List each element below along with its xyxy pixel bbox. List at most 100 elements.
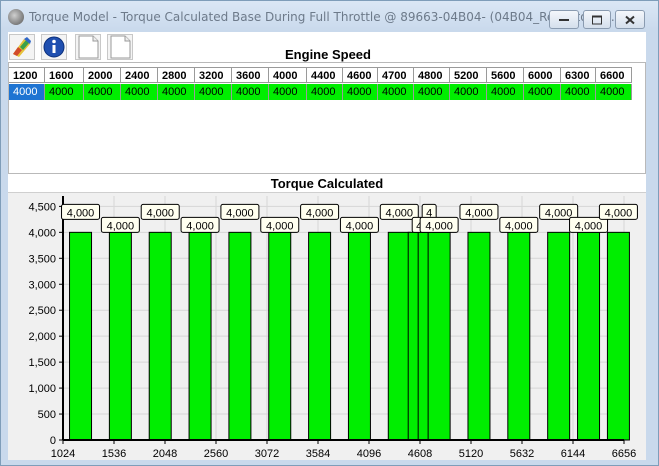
y-tick-label: 1,500 [28, 357, 56, 369]
grid-value-cell[interactable]: 4000 [596, 84, 632, 100]
bar [427, 231, 451, 441]
grid-header-cell[interactable]: 5600 [487, 67, 524, 83]
grid-value-cell[interactable]: 4000 [450, 84, 487, 100]
chart-title: Torque Calculated [270, 176, 384, 191]
title-bar[interactable]: Torque Model - Torque Calculated Base Du… [1, 1, 658, 33]
data-label: 4,000 [545, 207, 573, 219]
bar [577, 231, 601, 441]
grid-header-row: 1200 1600 2000 2400 2800 3200 3600 4000 4400 4600… [9, 67, 632, 83]
y-tick-label: 500 [38, 409, 56, 421]
data-label: 4,000 [266, 220, 294, 232]
grid-header-cell[interactable]: 3200 [195, 67, 232, 83]
close-icon [625, 15, 635, 24]
data-label: 4,000 [67, 207, 95, 219]
grid-header-cell[interactable]: 6000 [524, 67, 561, 83]
x-tick-label: 5120 [459, 448, 483, 460]
bar [507, 231, 531, 441]
grid-header-cell[interactable]: 4800 [414, 67, 450, 83]
x-tick-label: 1536 [102, 448, 126, 460]
data-label: 4,000 [107, 220, 135, 232]
bar [69, 231, 93, 441]
maximize-button[interactable] [583, 10, 611, 29]
torque-chart: 05001,0001,5002,0002,5003,0003,5004,0004… [28, 196, 638, 460]
data-label: 4,000 [386, 207, 414, 219]
x-tick-label: 1024 [51, 448, 75, 460]
grid-value-cell[interactable]: 4000 [524, 84, 561, 100]
data-label: 4,000 [186, 220, 214, 232]
data-label: 4,000 [306, 207, 334, 219]
window-title: Torque Model - Torque Calculated Base Du… [29, 10, 619, 24]
grid-header-cell[interactable]: 5200 [450, 67, 487, 83]
grid-value-cell[interactable]: 4000 [378, 84, 414, 100]
grid-value-cell[interactable]: 4000 [343, 84, 378, 100]
grid-header-cell[interactable]: 4400 [307, 67, 343, 83]
grid-header-cell[interactable]: 1600 [45, 67, 84, 83]
minimize-icon [559, 18, 569, 21]
x-tick-label: 2048 [153, 448, 177, 460]
bar [347, 231, 371, 441]
bar [268, 231, 292, 441]
grid-value-cell[interactable]: 4000 [121, 84, 158, 100]
bar [148, 231, 172, 441]
close-button[interactable] [615, 10, 645, 29]
data-label: 4,000 [425, 220, 453, 232]
data-label: 4,000 [146, 207, 174, 219]
data-label: 4,000 [605, 207, 633, 219]
grid-value-cell[interactable]: 4000 [561, 84, 596, 100]
grid-value-cell[interactable]: 4000 [158, 84, 195, 100]
grid-header-cell[interactable]: 6600 [596, 67, 632, 83]
y-tick-label: 4,000 [28, 227, 56, 239]
bar [467, 231, 491, 441]
minimize-button[interactable] [549, 10, 579, 29]
grid-header-cell[interactable]: 4700 [378, 67, 414, 83]
grid-header-cell[interactable]: 3600 [232, 67, 269, 83]
grid-header-cell[interactable]: 2800 [158, 67, 195, 83]
y-tick-label: 4,500 [28, 201, 56, 213]
y-tick-label: 3,500 [28, 253, 56, 265]
x-tick-label: 6144 [561, 448, 585, 460]
grid-value-cell[interactable]: 4000 [195, 84, 232, 100]
x-tick-label: 3584 [306, 448, 330, 460]
bar [188, 231, 212, 441]
grid-value-cell[interactable]: 4000 [414, 84, 450, 100]
grid-header-cell[interactable]: 1200 [9, 67, 45, 83]
data-label: 4,000 [575, 220, 603, 232]
grid-value-cell[interactable]: 4000 [487, 84, 524, 100]
grid-value-cell[interactable]: 4000 [232, 84, 269, 100]
x-tick-label: 4608 [408, 448, 432, 460]
y-tick-label: 2,000 [28, 331, 56, 343]
grid-value-cell-selected[interactable]: 4000 [9, 84, 45, 100]
grid-value-cell[interactable]: 4000 [45, 84, 84, 100]
y-tick-label: 1,000 [28, 383, 56, 395]
bar [606, 231, 630, 441]
data-label: 4,000 [505, 220, 533, 232]
y-tick-label: 0 [50, 435, 56, 447]
grid-value-cell[interactable]: 4000 [269, 84, 307, 100]
bar [387, 231, 411, 441]
client-area: Engine Speed 1200 1600 2000 2400 2800 3200 360… [8, 32, 646, 460]
data-label: 4,000 [346, 220, 374, 232]
chart-panel: Torque Calculated 0 500 1,000 1,500 2,000 2,5… [8, 174, 646, 460]
grid-header-cell[interactable]: 4600 [343, 67, 378, 83]
data-label: 4,000 [226, 207, 254, 219]
y-tick-label: 3,000 [28, 279, 56, 291]
grid-header-cell[interactable]: 2000 [84, 67, 121, 83]
x-tick-label: 3072 [255, 448, 279, 460]
x-tick-label: 2560 [204, 448, 228, 460]
maximize-icon [592, 15, 602, 24]
grid-header-cell[interactable]: 6300 [561, 67, 596, 83]
bar [108, 231, 132, 441]
window: Torque Model - Torque Calculated Base Du… [0, 0, 659, 466]
grid-value-cell[interactable]: 4000 [84, 84, 121, 100]
grid-value-cell[interactable]: 4000 [307, 84, 343, 100]
x-tick-label: 4096 [357, 448, 381, 460]
bar [308, 231, 332, 441]
engine-speed-grid: Engine Speed 1200 1600 2000 2400 2800 3200 360… [8, 47, 646, 174]
grid-value-row: 4000 4000 4000 4000 4000 4000 4000 4000 4000 4000… [9, 84, 632, 100]
bar [547, 231, 571, 441]
grid-header-cell[interactable]: 2400 [121, 67, 158, 83]
data-label: 4,000 [465, 207, 493, 219]
x-tick-label: 5632 [510, 448, 534, 460]
x-tick-label: 6656 [612, 448, 636, 460]
grid-header-cell[interactable]: 4000 [269, 67, 307, 83]
